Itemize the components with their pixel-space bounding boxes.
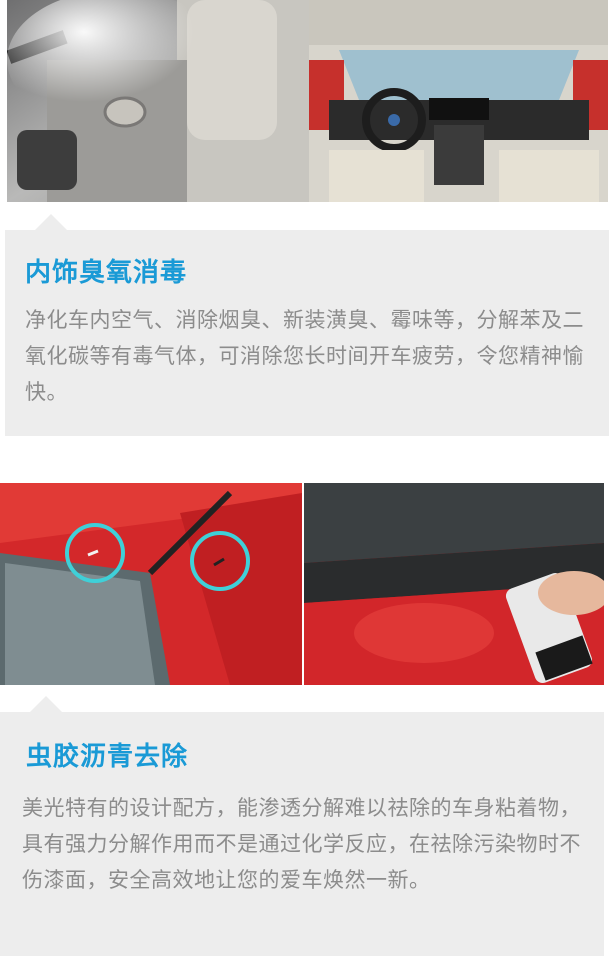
info-card-shellac-asphalt-removal: 虫胶沥青去除 美光特有的设计配方，能渗透分解难以祛除的车身粘着物，具有强力分解作… — [0, 696, 604, 956]
section-description: 净化车内空气、消除烟臭、新装潢臭、霉味等，分解苯及二氧化碳等有毒气体，可消除您长… — [25, 308, 584, 404]
section-title: 虫胶沥青去除 — [26, 742, 189, 772]
section-description: 美光特有的设计配方，能渗透分解难以祛除的车身粘着物，具有强力分解作用而不是通过化… — [22, 796, 581, 892]
spray-can-on-red-car-photo — [304, 483, 604, 685]
car-interior-dashboard-photo — [309, 0, 608, 202]
steam-cleaning-door-photo — [7, 0, 309, 202]
red-car-stain-circles-photo — [0, 483, 302, 685]
section-title: 内饰臭氧消毒 — [25, 258, 188, 288]
info-card-interior-disinfection: 内饰臭氧消毒 净化车内空气、消除烟臭、新装潢臭、霉味等，分解苯及二氧化碳等有毒气… — [5, 214, 609, 436]
